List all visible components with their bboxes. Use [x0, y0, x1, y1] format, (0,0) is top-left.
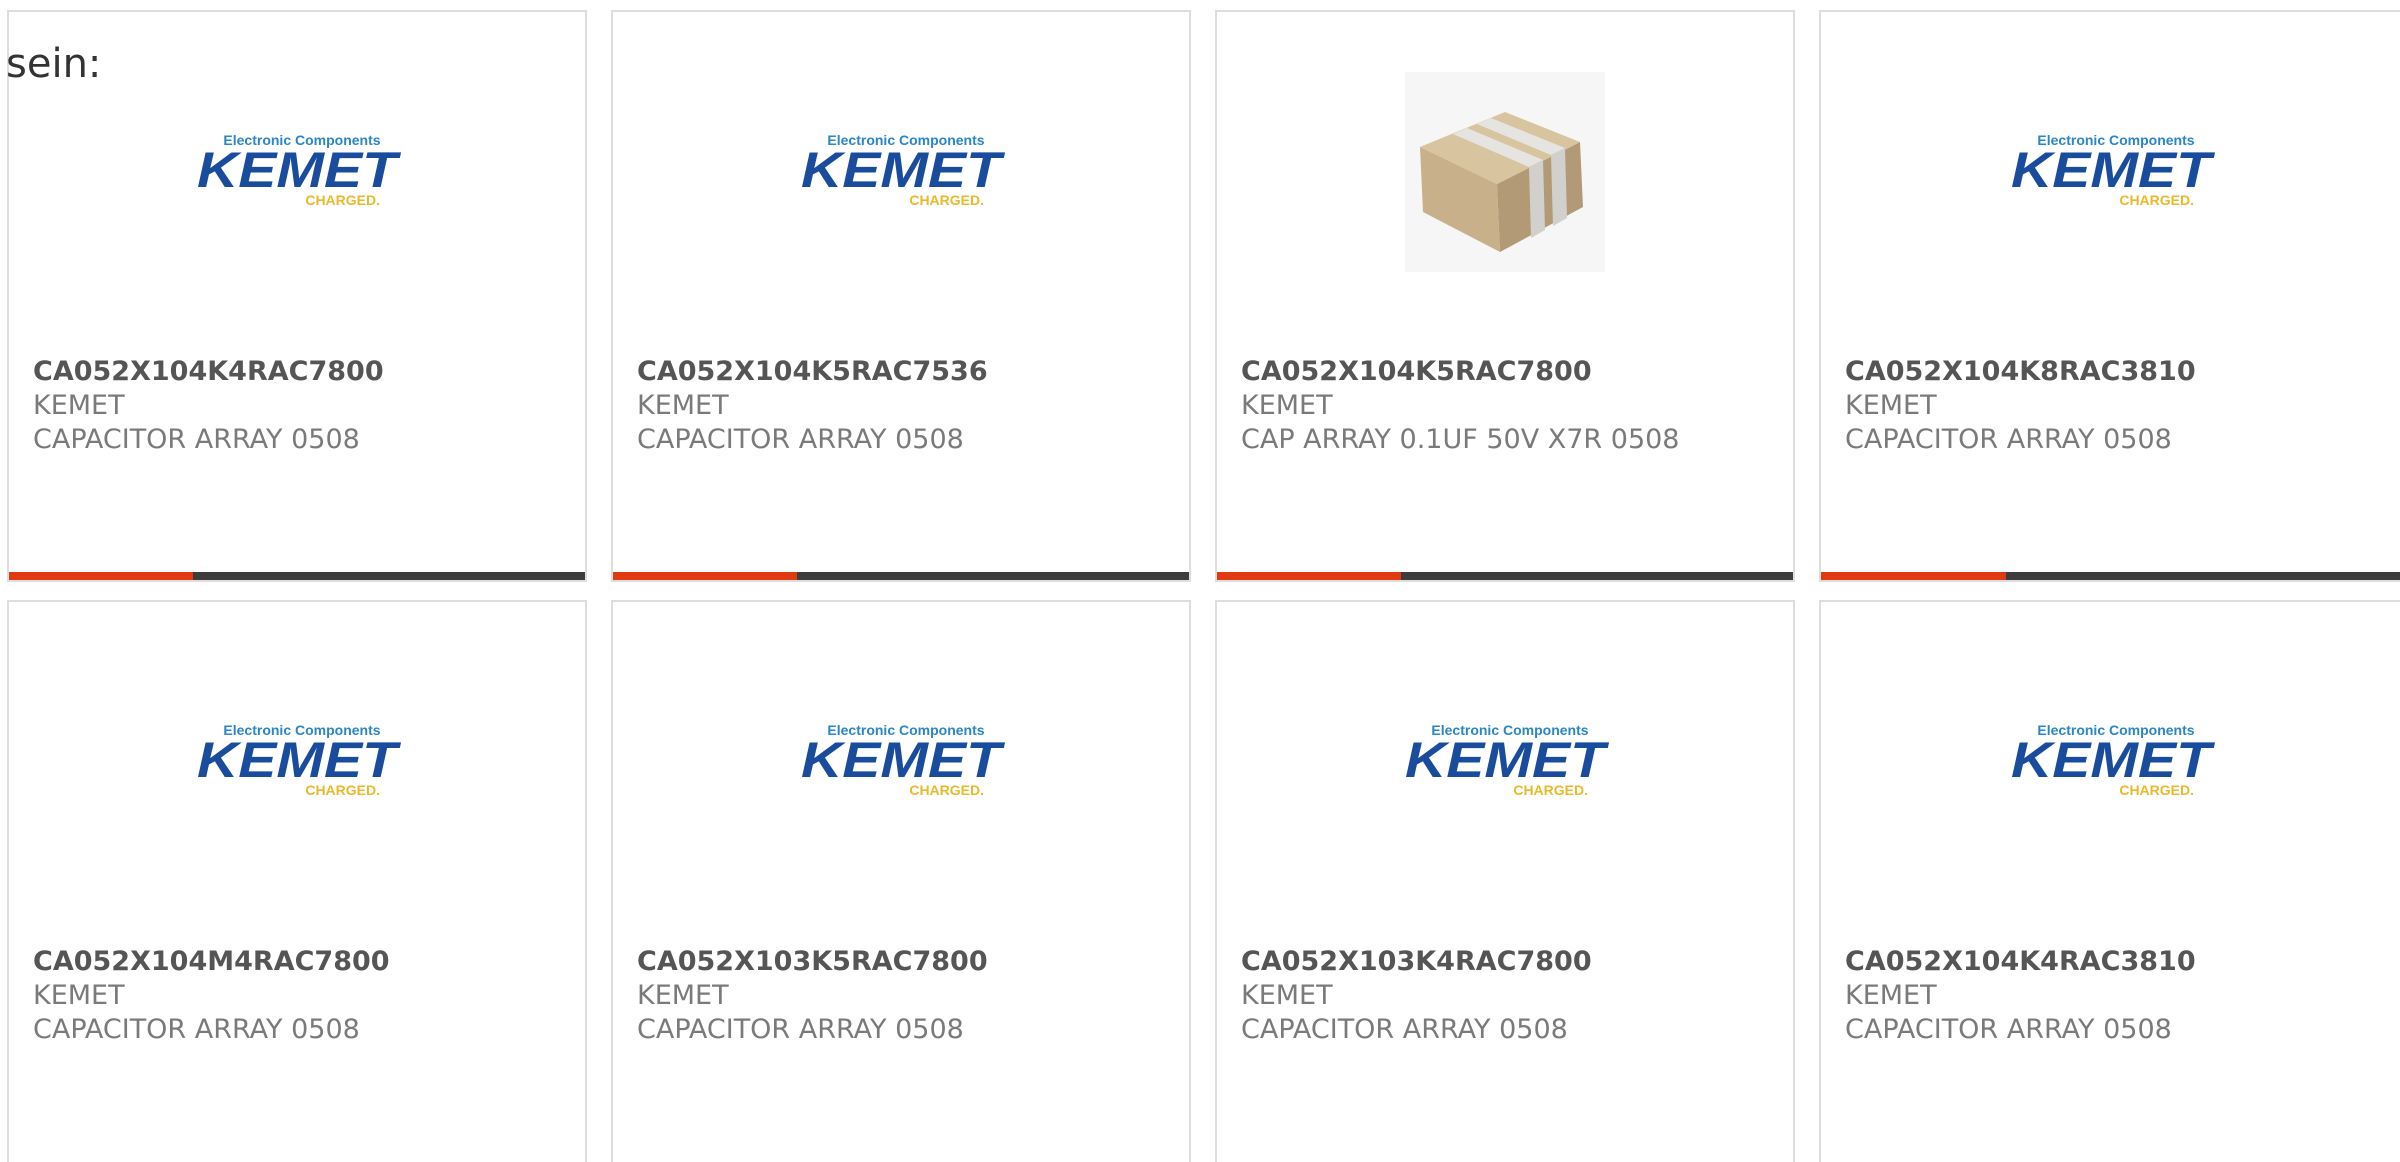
product-image[interactable]: Electronic Components KEMET CHARGED.: [613, 602, 1189, 922]
logo-slogan: CHARGED.: [1513, 782, 1588, 798]
kemet-logo: Electronic ComponentsKEMETCHARGED.: [1405, 722, 1610, 798]
product-info: CA052X104K4RAC3810 KEMET CAPACITOR ARRAY…: [1845, 945, 2388, 1047]
manufacturer: KEMET: [637, 390, 729, 421]
logo-brand: KEMET: [197, 142, 402, 198]
product-info: CA052X104M4RAC7800 KEMET CAPACITOR ARRAY…: [33, 945, 573, 1047]
intro-text: sein:: [6, 41, 102, 87]
description: CAPACITOR ARRAY 0508: [1241, 1014, 1568, 1045]
capacitor-array-photo: [1405, 72, 1605, 272]
part-number[interactable]: CA052X104K5RAC7800: [1241, 355, 1781, 389]
progress-bar: [613, 572, 1189, 580]
description: CAPACITOR ARRAY 0508: [637, 424, 964, 455]
product-info: CA052X104K5RAC7536 KEMET CAPACITOR ARRAY…: [637, 355, 1177, 457]
product-card[interactable]: Electronic Components KEMET CHARGED. CA052…: [1819, 600, 2400, 1162]
product-image[interactable]: [1217, 12, 1793, 332]
logo-slogan: CHARGED.: [2119, 782, 2194, 798]
kemet-logo: Electronic ComponentsKEMETCHARGED.: [197, 132, 402, 208]
product-grid-page: sein: Electronic Components KEMET CHARGED.…: [0, 0, 2400, 1162]
product-card[interactable]: Electronic Components KEMET CHARGED. CA052…: [611, 600, 1191, 1162]
progress-bar: [1821, 572, 2400, 580]
logo-slogan: CHARGED.: [909, 192, 984, 208]
manufacturer: KEMET: [33, 980, 125, 1011]
part-number[interactable]: CA052X104K4RAC3810: [1845, 945, 2388, 979]
product-card[interactable]: CA052X104K5RAC7800 KEMET CAP ARRAY 0.1UF…: [1215, 10, 1795, 582]
logo-slogan: CHARGED.: [909, 782, 984, 798]
manufacturer: KEMET: [1845, 980, 1937, 1011]
description: CAPACITOR ARRAY 0508: [33, 424, 360, 455]
manufacturer: KEMET: [637, 980, 729, 1011]
product-info: CA052X103K4RAC7800 KEMET CAPACITOR ARRAY…: [1241, 945, 1781, 1047]
logo-slogan: CHARGED.: [305, 782, 380, 798]
product-card[interactable]: Electronic Components KEMET CHARGED. CA052…: [611, 10, 1191, 582]
product-image[interactable]: Electronic Components KEMET CHARGED.: [1217, 602, 1793, 922]
product-card[interactable]: Electronic Components KEMET CHARGED. CA052…: [1819, 10, 2400, 582]
logo-brand: KEMET: [2011, 142, 2216, 198]
logo-brand: KEMET: [2011, 732, 2216, 788]
progress-fill: [9, 572, 194, 580]
part-number[interactable]: CA052X104K8RAC3810: [1845, 355, 2388, 389]
description: CAPACITOR ARRAY 0508: [1845, 424, 2172, 455]
product-info: CA052X104K5RAC7800 KEMET CAP ARRAY 0.1UF…: [1241, 355, 1781, 457]
part-number[interactable]: CA052X104K5RAC7536: [637, 355, 1177, 389]
progress-fill: [1821, 572, 2007, 580]
product-image[interactable]: Electronic Components KEMET CHARGED.: [9, 602, 585, 922]
product-image[interactable]: Electronic Components KEMET CHARGED.: [1821, 602, 2400, 922]
description: CAPACITOR ARRAY 0508: [33, 1014, 360, 1045]
logo-slogan: CHARGED.: [2119, 192, 2194, 208]
logo-slogan: CHARGED.: [305, 192, 380, 208]
progress-fill: [1217, 572, 1402, 580]
description: CAP ARRAY 0.1UF 50V X7R 0508: [1241, 424, 1680, 455]
product-info: CA052X104K4RAC7800 KEMET CAPACITOR ARRAY…: [33, 355, 573, 457]
kemet-logo: Electronic ComponentsKEMETCHARGED.: [801, 722, 1006, 798]
manufacturer: KEMET: [1241, 390, 1333, 421]
manufacturer: KEMET: [1241, 980, 1333, 1011]
product-info: CA052X104K8RAC3810 KEMET CAPACITOR ARRAY…: [1845, 355, 2388, 457]
part-number[interactable]: CA052X103K4RAC7800: [1241, 945, 1781, 979]
part-number[interactable]: CA052X104M4RAC7800: [33, 945, 573, 979]
progress-bar: [1217, 572, 1793, 580]
logo-brand: KEMET: [1405, 732, 1610, 788]
progress-fill: [613, 572, 798, 580]
progress-bar: [9, 572, 585, 580]
logo-brand: KEMET: [197, 732, 402, 788]
product-info: CA052X103K5RAC7800 KEMET CAPACITOR ARRAY…: [637, 945, 1177, 1047]
kemet-logo: Electronic ComponentsKEMETCHARGED.: [197, 722, 402, 798]
product-card[interactable]: Electronic Components KEMET CHARGED. CA052…: [7, 600, 587, 1162]
description: CAPACITOR ARRAY 0508: [1845, 1014, 2172, 1045]
logo-brand: KEMET: [801, 732, 1006, 788]
logo-brand: KEMET: [801, 142, 1006, 198]
product-image[interactable]: Electronic Components KEMET CHARGED.: [613, 12, 1189, 332]
kemet-logo: Electronic ComponentsKEMETCHARGED.: [2011, 722, 2216, 798]
description: CAPACITOR ARRAY 0508: [637, 1014, 964, 1045]
part-number[interactable]: CA052X104K4RAC7800: [33, 355, 573, 389]
kemet-logo: Electronic ComponentsKEMETCHARGED.: [801, 132, 1006, 208]
product-card[interactable]: Electronic Components KEMET CHARGED. CA052…: [1215, 600, 1795, 1162]
kemet-logo: Electronic ComponentsKEMETCHARGED.: [2011, 132, 2216, 208]
product-image[interactable]: Electronic Components KEMET CHARGED.: [1821, 12, 2400, 332]
part-number[interactable]: CA052X103K5RAC7800: [637, 945, 1177, 979]
product-card[interactable]: Electronic Components KEMET CHARGED. CA052…: [7, 10, 587, 582]
manufacturer: KEMET: [33, 390, 125, 421]
manufacturer: KEMET: [1845, 390, 1937, 421]
